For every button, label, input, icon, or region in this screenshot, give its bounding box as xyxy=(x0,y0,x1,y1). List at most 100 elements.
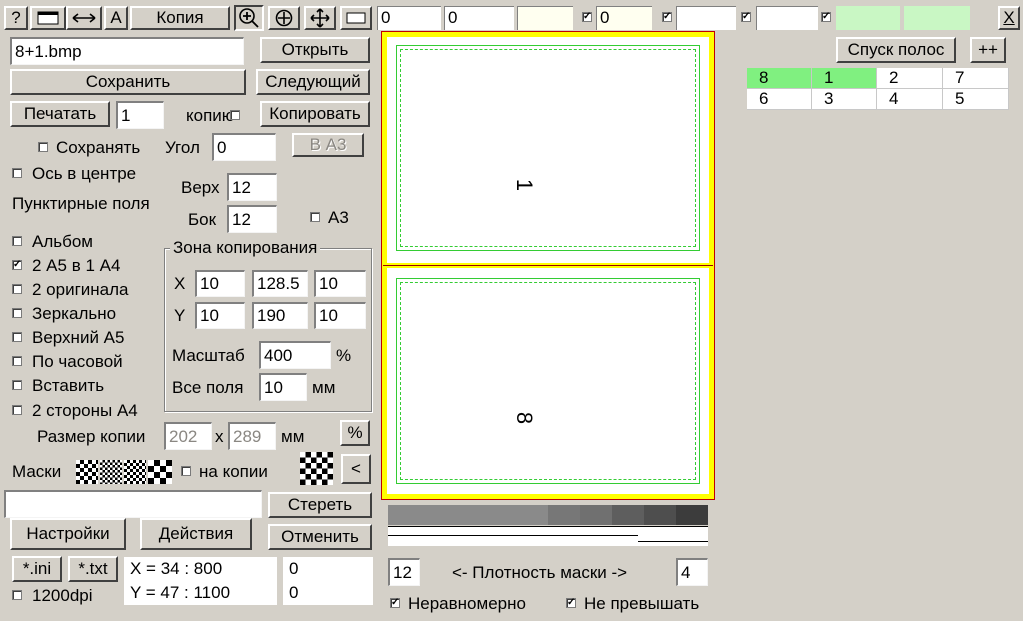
scale-label: Масштаб xyxy=(172,346,245,365)
value-1-readout: 0 xyxy=(289,559,299,578)
zone-y-3-input[interactable]: 10 xyxy=(314,302,366,329)
mask-pattern-1[interactable] xyxy=(76,460,98,484)
to-a3-button[interactable]: В А3 xyxy=(292,133,364,157)
two-originals-label: 2 оригинала xyxy=(32,280,129,299)
toolbar-field-4[interactable]: 0 xyxy=(596,6,652,30)
imposition-cell[interactable]: 6 xyxy=(747,89,812,110)
copy-zone-title: Зона копирования xyxy=(170,238,321,258)
copy-tab-button[interactable]: Копия xyxy=(130,6,230,30)
toolbar-check-3[interactable]: ✓ xyxy=(741,12,751,22)
album-checkbox[interactable] xyxy=(12,236,22,246)
erase-button[interactable]: Стереть xyxy=(268,492,372,518)
settings-button[interactable]: Настройки xyxy=(10,518,126,550)
two-a5-checkbox[interactable]: ✓ xyxy=(12,260,22,270)
rectangle-tool-button[interactable] xyxy=(30,6,66,30)
toolbar-field-1[interactable]: 0 xyxy=(377,6,441,30)
cancel-button[interactable]: Отменить xyxy=(268,524,372,550)
imposition-cell[interactable]: 3 xyxy=(812,89,877,110)
imposition-cell[interactable]: 7 xyxy=(943,68,1009,89)
print-button[interactable]: Печатать xyxy=(10,101,110,127)
axis-center-checkbox[interactable] xyxy=(12,168,22,178)
mask-pattern-4[interactable] xyxy=(148,460,172,484)
zoom-in-button[interactable] xyxy=(234,5,264,31)
toolbar-check-4[interactable]: ✓ xyxy=(821,12,831,22)
copy-size-unit: мм xyxy=(281,427,305,446)
imposition-plus-button[interactable]: ++ xyxy=(970,37,1006,63)
zone-x-label: X xyxy=(174,274,186,293)
mask-pattern-3[interactable] xyxy=(124,460,146,484)
all-fields-label: Все поля xyxy=(172,378,244,397)
open-button[interactable]: Открыть xyxy=(260,37,370,63)
scale-input[interactable]: 400 xyxy=(259,341,331,369)
mask-text-input[interactable] xyxy=(4,490,262,518)
ini-button[interactable]: *.ini xyxy=(12,556,62,582)
mask-prev-button[interactable]: < xyxy=(341,454,371,484)
help-button[interactable]: ? xyxy=(4,6,28,30)
zone-y-1-input[interactable]: 10 xyxy=(195,302,245,329)
toolbar-check-1[interactable]: ✓ xyxy=(582,12,592,22)
crosshair-button[interactable] xyxy=(268,6,300,30)
keep-checkbox[interactable] xyxy=(38,142,48,152)
density-right-input[interactable]: 4 xyxy=(676,558,708,586)
zone-x-1-input[interactable]: 10 xyxy=(195,270,245,297)
copies-checkbox[interactable] xyxy=(230,110,240,120)
zone-x-3-input[interactable]: 10 xyxy=(314,270,366,297)
two-originals-checkbox[interactable] xyxy=(12,284,22,294)
clockwise-checkbox[interactable] xyxy=(12,356,22,366)
insert-checkbox[interactable] xyxy=(12,380,22,390)
dpi-checkbox[interactable] xyxy=(12,590,22,600)
density-left-input[interactable]: 12 xyxy=(388,558,420,586)
toolbar-field-3[interactable] xyxy=(517,6,573,30)
next-button[interactable]: Следующий xyxy=(256,69,370,95)
density-shade xyxy=(612,505,644,525)
uneven-checkbox[interactable]: ✓ xyxy=(390,598,400,608)
imposition-cell[interactable]: 4 xyxy=(877,89,943,110)
all-fields-input[interactable]: 10 xyxy=(259,373,307,401)
top-a5-label: Верхний А5 xyxy=(32,328,125,347)
resize-horizontal-button[interactable] xyxy=(66,6,102,30)
zone-y-2-input[interactable]: 190 xyxy=(252,302,308,329)
filename-input[interactable]: 8+1.bmp xyxy=(10,37,244,65)
toolbar-color-2[interactable] xyxy=(904,6,970,30)
percent-button[interactable]: % xyxy=(340,420,370,446)
toolbar-field-2[interactable]: 0 xyxy=(444,6,514,30)
toolbar-check-2[interactable]: ✓ xyxy=(662,12,672,22)
txt-button[interactable]: *.txt xyxy=(68,556,118,582)
copy-height-input[interactable]: 289 xyxy=(228,422,276,450)
mirror-checkbox[interactable] xyxy=(12,308,22,318)
copy-button[interactable]: Копировать xyxy=(260,101,370,127)
a3-checkbox[interactable] xyxy=(310,212,320,222)
angle-input[interactable]: 0 xyxy=(212,133,276,161)
top-input[interactable]: 12 xyxy=(227,173,277,201)
no-exceed-checkbox[interactable]: ✓ xyxy=(566,598,576,608)
toolbar-field-5[interactable] xyxy=(676,6,736,30)
mask-pattern-2[interactable] xyxy=(100,460,122,484)
toolbar-field-6[interactable] xyxy=(756,6,818,30)
imposition-cell[interactable]: 2 xyxy=(877,68,943,89)
toolbar-color-1[interactable] xyxy=(836,6,900,30)
axis-center-label: Ось в центре xyxy=(32,164,137,183)
on-copy-checkbox[interactable] xyxy=(181,466,191,476)
copies-input[interactable]: 1 xyxy=(116,101,164,129)
two-sides-checkbox[interactable] xyxy=(12,405,22,415)
move-button[interactable] xyxy=(304,6,336,30)
imposition-cell[interactable]: 1 xyxy=(812,68,877,89)
letter-a-button[interactable]: A xyxy=(104,6,128,30)
crosshair-icon xyxy=(275,9,293,27)
actions-button[interactable]: Действия xyxy=(140,518,252,550)
density-shade xyxy=(644,505,676,525)
zone-x-2-input[interactable]: 128.5 xyxy=(252,270,308,297)
save-button[interactable]: Сохранить xyxy=(10,69,246,95)
copy-width-input[interactable]: 202 xyxy=(164,422,212,450)
imposition-cell[interactable]: 5 xyxy=(943,89,1009,110)
close-button[interactable]: X xyxy=(998,6,1020,30)
imposition-cell[interactable]: 8 xyxy=(747,68,812,89)
frame-button[interactable] xyxy=(340,6,372,30)
imposition-button[interactable]: Спуск полос xyxy=(836,37,956,63)
all-fields-unit: мм xyxy=(312,378,336,397)
copy-size-x: x xyxy=(215,427,224,446)
side-input[interactable]: 12 xyxy=(227,205,277,233)
coord-x-readout: X = 34 : 800 xyxy=(130,559,223,578)
top-a5-checkbox[interactable] xyxy=(12,332,22,342)
guide-top-inner xyxy=(400,49,696,247)
